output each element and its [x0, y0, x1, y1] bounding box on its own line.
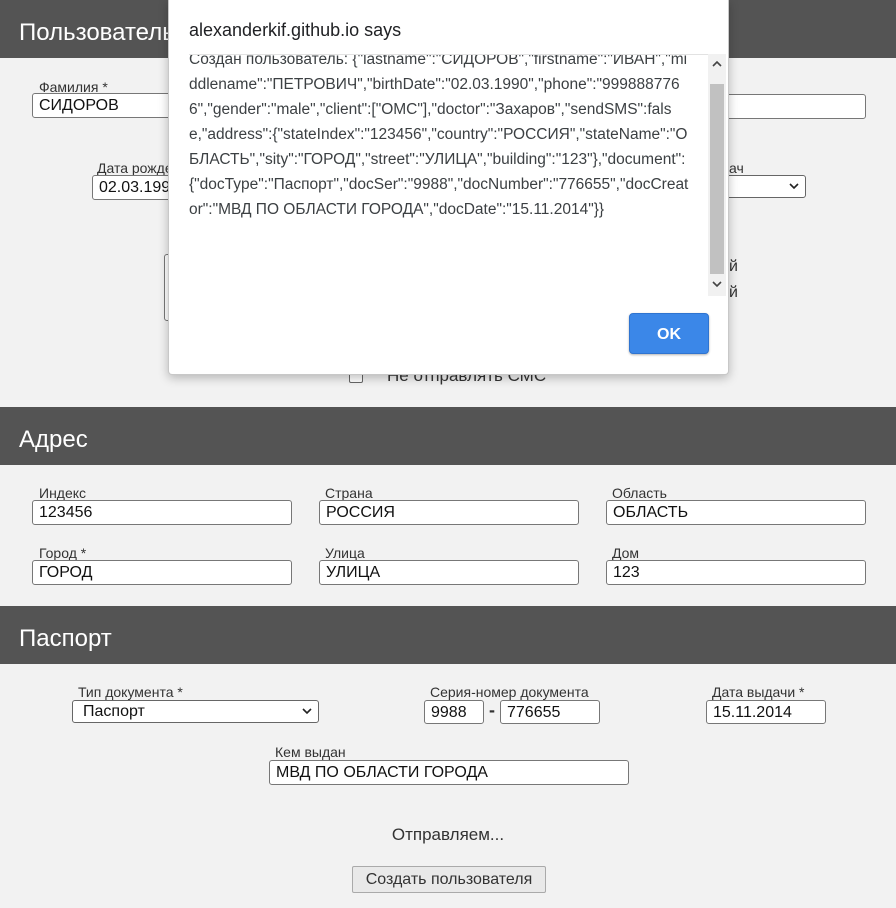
scroll-up-icon[interactable]: [712, 60, 722, 68]
dialog-message-area[interactable]: Создан пользователь: {"lastname":"СИДОРО…: [189, 54, 709, 296]
issued-by-input[interactable]: МВД ПО ОБЛАСТИ ГОРОДА: [269, 760, 629, 785]
doctype-label: Тип документа *: [78, 684, 183, 700]
issued-by-label: Кем выдан: [275, 744, 346, 760]
gender-radio-fragment-2: й: [729, 284, 738, 301]
chevron-down-icon: [302, 708, 312, 715]
number-input[interactable]: 776655: [500, 700, 600, 724]
personal-section-title: Пользователь: [19, 19, 175, 46]
doctor-label: ач: [729, 160, 744, 176]
region-input[interactable]: ОБЛАСТЬ: [606, 500, 866, 525]
region-label: Область: [612, 485, 667, 501]
city-label: Город *: [39, 545, 87, 561]
doctype-select-value: Паспорт: [83, 703, 145, 720]
dialog-scrollbar[interactable]: [708, 54, 726, 296]
chevron-down-icon: [789, 183, 799, 190]
ok-button[interactable]: OK: [629, 313, 709, 354]
doctype-select[interactable]: Паспорт: [72, 700, 319, 723]
sernum-label: Серия-номер документа: [430, 684, 589, 700]
issue-date-label: Дата выдачи *: [712, 684, 805, 700]
issue-date-input[interactable]: 15.11.2014: [706, 700, 826, 724]
address-section-title: Адрес: [19, 426, 88, 453]
passport-section-header: Паспорт: [0, 606, 896, 664]
house-label: Дом: [612, 545, 640, 561]
country-label: Страна: [325, 485, 373, 501]
create-user-button[interactable]: Создать пользователя: [352, 866, 546, 893]
sernum-dash: -: [489, 700, 495, 720]
alert-dialog: alexanderkif.github.io says Создан польз…: [168, 0, 729, 375]
address-section-header: Адрес: [0, 407, 896, 465]
index-label: Индекс: [39, 485, 87, 501]
passport-section-title: Паспорт: [19, 625, 112, 652]
street-label: Улица: [325, 545, 365, 561]
city-input[interactable]: ГОРОД: [32, 560, 292, 585]
gender-radio-fragment-1: й: [729, 258, 738, 275]
country-input[interactable]: РОССИЯ: [319, 500, 579, 525]
dialog-title: alexanderkif.github.io says: [189, 20, 402, 40]
dialog-message: Создан пользователь: {"lastname":"СИДОРО…: [189, 54, 689, 218]
status-text: Отправляем...: [391, 825, 505, 844]
scroll-thumb[interactable]: [710, 84, 724, 274]
street-input[interactable]: УЛИЦА: [319, 560, 579, 585]
series-input[interactable]: 9988: [424, 700, 484, 724]
birthdate-label: Дата рожде: [97, 160, 173, 176]
index-input[interactable]: 123456: [32, 500, 292, 525]
house-input[interactable]: 123: [606, 560, 866, 585]
scroll-down-icon[interactable]: [712, 280, 722, 288]
